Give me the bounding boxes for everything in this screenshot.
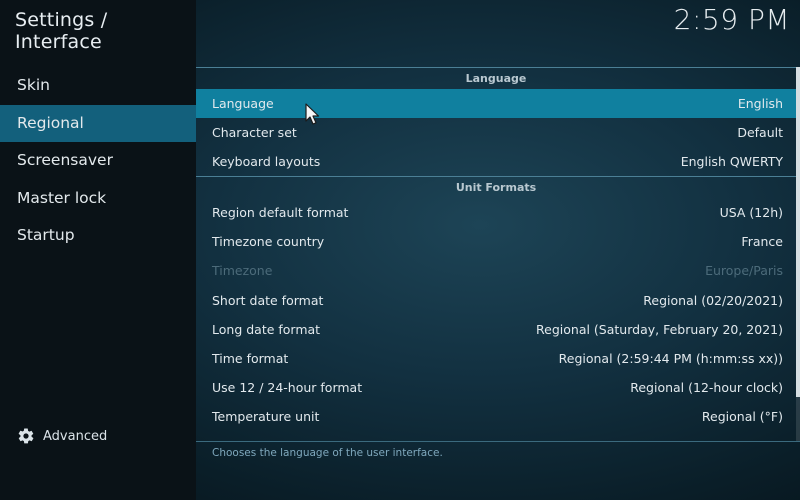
setting-value: Regional (02/20/2021): [643, 292, 783, 308]
sidebar-item-skin[interactable]: Skin: [0, 67, 196, 105]
setting-label: Timezone country: [212, 234, 325, 250]
setting-label: Keyboard layouts: [212, 154, 321, 170]
setting-value: Default: [737, 125, 783, 141]
setting-value: USA (12h): [719, 205, 783, 221]
page-title: Settings / Interface: [15, 9, 108, 53]
setting-label: Timezone: [212, 263, 273, 279]
setting-timezone-country[interactable]: Timezone country France: [196, 227, 796, 256]
setting-value: Regional (°F): [701, 408, 783, 424]
advanced-label: Advanced: [43, 428, 108, 444]
setting-value: Regional (2:59:44 PM (h:mm:ss xx)): [558, 350, 783, 366]
sidebar-item-screensaver[interactable]: Screensaver: [0, 142, 196, 180]
setting-language[interactable]: Language English: [196, 89, 796, 119]
settings-window: Settings / Interface Skin Regional Scree…: [0, 0, 800, 500]
sidebar-item-regional[interactable]: Regional: [0, 104, 196, 142]
sidebar-item-startup[interactable]: Startup: [0, 217, 196, 255]
setting-region-default-format[interactable]: Region default format USA (12h): [196, 198, 796, 227]
setting-time-format[interactable]: Time format Regional (2:59:44 PM (h:mm:s…: [196, 344, 796, 373]
setting-short-date-format[interactable]: Short date format Regional (02/20/2021): [196, 286, 796, 315]
footer-divider: [196, 441, 800, 442]
setting-value: Regional (Saturday, February 20, 2021): [536, 321, 783, 337]
setting-value: English QWERTY: [680, 154, 783, 170]
clock: 2:59 PM: [673, 3, 790, 36]
setting-temperature-unit[interactable]: Temperature unit Regional (°F): [196, 402, 796, 431]
settings-list: Language Language English Character set …: [196, 67, 796, 441]
advanced-toggle[interactable]: Advanced: [17, 425, 107, 447]
setting-label: Time format: [212, 350, 289, 366]
setting-value: France: [741, 234, 783, 250]
setting-label: Temperature unit: [212, 408, 320, 424]
sidebar-item-master-lock[interactable]: Master lock: [0, 180, 196, 218]
setting-value: Europe/Paris: [705, 263, 783, 279]
setting-character-set[interactable]: Character set Default: [196, 118, 796, 147]
setting-12-24-hour-format[interactable]: Use 12 / 24-hour format Regional (12-hou…: [196, 373, 796, 402]
setting-value: English: [737, 96, 783, 111]
setting-label: Short date format: [212, 292, 324, 308]
section-header-unit-formats: Unit Formats: [196, 176, 796, 198]
setting-label: Use 12 / 24-hour format: [212, 379, 363, 395]
setting-label: Language: [212, 96, 274, 111]
setting-label: Region default format: [212, 205, 349, 221]
scrollbar-thumb[interactable]: [796, 67, 800, 397]
scrollbar[interactable]: [796, 67, 800, 441]
setting-label: Long date format: [212, 321, 321, 337]
mouse-cursor-icon: [305, 103, 320, 125]
section-header-language: Language: [196, 67, 796, 89]
setting-timezone: Timezone Europe/Paris: [196, 256, 796, 285]
setting-long-date-format[interactable]: Long date format Regional (Saturday, Feb…: [196, 315, 796, 344]
sidebar-nav: Skin Regional Screensaver Master lock St…: [0, 67, 196, 255]
setting-keyboard-layouts[interactable]: Keyboard layouts English QWERTY: [196, 147, 796, 176]
setting-value: Regional (12-hour clock): [630, 379, 783, 395]
setting-label: Character set: [212, 125, 297, 141]
gear-icon: [17, 427, 35, 445]
sidebar: Settings / Interface Skin Regional Scree…: [0, 0, 196, 500]
setting-description: Chooses the language of the user interfa…: [212, 447, 443, 459]
